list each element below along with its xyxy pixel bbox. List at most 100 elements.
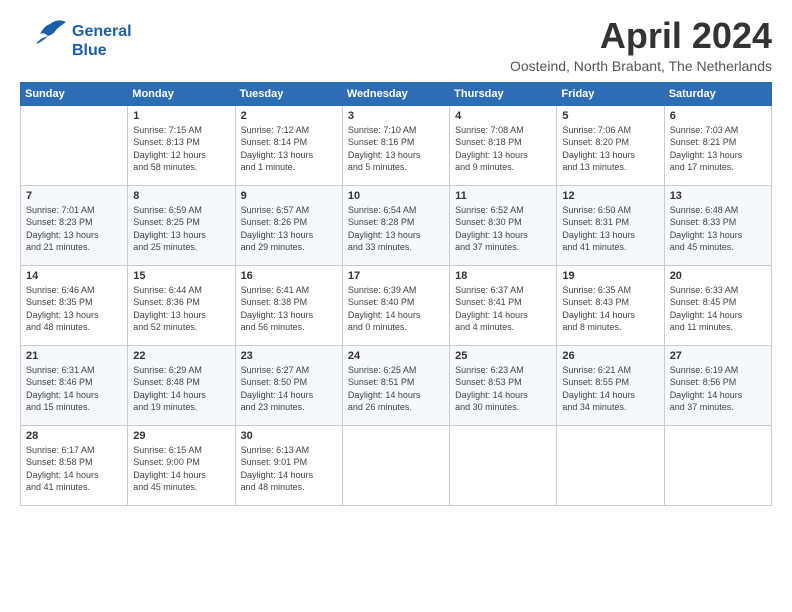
header-cell-friday: Friday — [557, 82, 664, 105]
day-info: Sunrise: 6:29 AM Sunset: 8:48 PM Dayligh… — [133, 364, 229, 414]
day-cell — [342, 425, 449, 505]
day-info: Sunrise: 7:08 AM Sunset: 8:18 PM Dayligh… — [455, 124, 551, 174]
logo-bird-icon — [20, 16, 68, 66]
day-info: Sunrise: 7:01 AM Sunset: 8:23 PM Dayligh… — [26, 204, 122, 254]
day-cell: 8 Sunrise: 6:59 AM Sunset: 8:25 PM Daylig… — [128, 185, 235, 265]
day-info: Sunrise: 6:13 AM Sunset: 9:01 PM Dayligh… — [241, 444, 337, 494]
header-cell-tuesday: Tuesday — [235, 82, 342, 105]
day-info: Sunrise: 6:52 AM Sunset: 8:30 PM Dayligh… — [455, 204, 551, 254]
day-number: 28 — [26, 430, 122, 442]
header-cell-saturday: Saturday — [664, 82, 771, 105]
day-cell: 23 Sunrise: 6:27 AM Sunset: 8:50 PM Dayli… — [235, 345, 342, 425]
day-cell: 30 Sunrise: 6:13 AM Sunset: 9:01 PM Dayli… — [235, 425, 342, 505]
week-row-2: 7 Sunrise: 7:01 AM Sunset: 8:23 PM Daylig… — [21, 185, 772, 265]
day-number: 9 — [241, 190, 337, 202]
day-info: Sunrise: 6:57 AM Sunset: 8:26 PM Dayligh… — [241, 204, 337, 254]
day-cell: 13 Sunrise: 6:48 AM Sunset: 8:33 PM Dayli… — [664, 185, 771, 265]
day-number: 27 — [670, 350, 766, 362]
day-cell: 2 Sunrise: 7:12 AM Sunset: 8:14 PM Daylig… — [235, 105, 342, 185]
title-block: April 2024 Oosteind, North Brabant, The … — [510, 16, 772, 74]
day-info: Sunrise: 6:19 AM Sunset: 8:56 PM Dayligh… — [670, 364, 766, 414]
day-cell: 11 Sunrise: 6:52 AM Sunset: 8:30 PM Dayli… — [450, 185, 557, 265]
day-info: Sunrise: 6:46 AM Sunset: 8:35 PM Dayligh… — [26, 284, 122, 334]
day-info: Sunrise: 6:15 AM Sunset: 9:00 PM Dayligh… — [133, 444, 229, 494]
month-title: April 2024 — [510, 16, 772, 56]
day-info: Sunrise: 6:39 AM Sunset: 8:40 PM Dayligh… — [348, 284, 444, 334]
calendar-page: General Blue April 2024 Oosteind, North … — [0, 0, 792, 516]
day-cell: 29 Sunrise: 6:15 AM Sunset: 9:00 PM Dayli… — [128, 425, 235, 505]
day-info: Sunrise: 6:25 AM Sunset: 8:51 PM Dayligh… — [348, 364, 444, 414]
location-subtitle: Oosteind, North Brabant, The Netherlands — [510, 58, 772, 74]
day-info: Sunrise: 6:54 AM Sunset: 8:28 PM Dayligh… — [348, 204, 444, 254]
day-number: 13 — [670, 190, 766, 202]
day-cell: 27 Sunrise: 6:19 AM Sunset: 8:56 PM Dayli… — [664, 345, 771, 425]
day-info: Sunrise: 6:48 AM Sunset: 8:33 PM Dayligh… — [670, 204, 766, 254]
day-number: 11 — [455, 190, 551, 202]
day-info: Sunrise: 6:44 AM Sunset: 8:36 PM Dayligh… — [133, 284, 229, 334]
day-info: Sunrise: 7:15 AM Sunset: 8:13 PM Dayligh… — [133, 124, 229, 174]
day-cell — [664, 425, 771, 505]
day-number: 23 — [241, 350, 337, 362]
day-number: 22 — [133, 350, 229, 362]
day-number: 1 — [133, 110, 229, 122]
header-cell-thursday: Thursday — [450, 82, 557, 105]
day-cell: 9 Sunrise: 6:57 AM Sunset: 8:26 PM Daylig… — [235, 185, 342, 265]
day-cell — [450, 425, 557, 505]
day-cell: 17Sunrise: 6:39 AM Sunset: 8:40 PM Dayli… — [342, 265, 449, 345]
day-cell: 24 Sunrise: 6:25 AM Sunset: 8:51 PM Dayli… — [342, 345, 449, 425]
day-info: Sunrise: 6:31 AM Sunset: 8:46 PM Dayligh… — [26, 364, 122, 414]
header-cell-monday: Monday — [128, 82, 235, 105]
week-row-5: 28 Sunrise: 6:17 AM Sunset: 8:58 PM Dayli… — [21, 425, 772, 505]
day-number: 10 — [348, 190, 444, 202]
day-number: 16 — [241, 270, 337, 282]
header-row: SundayMondayTuesdayWednesdayThursdayFrid… — [21, 82, 772, 105]
day-info: Sunrise: 6:59 AM Sunset: 8:25 PM Dayligh… — [133, 204, 229, 254]
day-cell: 4 Sunrise: 7:08 AM Sunset: 8:18 PM Daylig… — [450, 105, 557, 185]
day-info: Sunrise: 6:35 AM Sunset: 8:43 PM Dayligh… — [562, 284, 658, 334]
day-number: 12 — [562, 190, 658, 202]
day-number: 7 — [26, 190, 122, 202]
day-number: 3 — [348, 110, 444, 122]
day-number: 24 — [348, 350, 444, 362]
logo: General Blue — [20, 16, 132, 66]
day-info: Sunrise: 6:27 AM Sunset: 8:50 PM Dayligh… — [241, 364, 337, 414]
day-number: 4 — [455, 110, 551, 122]
day-info: Sunrise: 7:12 AM Sunset: 8:14 PM Dayligh… — [241, 124, 337, 174]
day-number: 14 — [26, 270, 122, 282]
day-info: Sunrise: 7:03 AM Sunset: 8:21 PM Dayligh… — [670, 124, 766, 174]
header-cell-wednesday: Wednesday — [342, 82, 449, 105]
day-info: Sunrise: 6:17 AM Sunset: 8:58 PM Dayligh… — [26, 444, 122, 494]
logo-text: General Blue — [72, 22, 132, 60]
day-number: 2 — [241, 110, 337, 122]
day-number: 29 — [133, 430, 229, 442]
day-cell: 1 Sunrise: 7:15 AM Sunset: 8:13 PM Daylig… — [128, 105, 235, 185]
day-info: Sunrise: 7:06 AM Sunset: 8:20 PM Dayligh… — [562, 124, 658, 174]
day-number: 26 — [562, 350, 658, 362]
day-number: 18 — [455, 270, 551, 282]
day-cell: 20Sunrise: 6:33 AM Sunset: 8:45 PM Dayli… — [664, 265, 771, 345]
day-number: 25 — [455, 350, 551, 362]
day-info: Sunrise: 6:50 AM Sunset: 8:31 PM Dayligh… — [562, 204, 658, 254]
week-row-4: 21Sunrise: 6:31 AM Sunset: 8:46 PM Dayli… — [21, 345, 772, 425]
calendar-table: SundayMondayTuesdayWednesdayThursdayFrid… — [20, 82, 772, 506]
day-number: 19 — [562, 270, 658, 282]
day-cell: 10 Sunrise: 6:54 AM Sunset: 8:28 PM Dayli… — [342, 185, 449, 265]
day-number: 20 — [670, 270, 766, 282]
day-cell: 16 Sunrise: 6:41 AM Sunset: 8:38 PM Dayli… — [235, 265, 342, 345]
day-info: Sunrise: 6:37 AM Sunset: 8:41 PM Dayligh… — [455, 284, 551, 334]
week-row-1: 1 Sunrise: 7:15 AM Sunset: 8:13 PM Daylig… — [21, 105, 772, 185]
day-number: 30 — [241, 430, 337, 442]
day-cell: 21Sunrise: 6:31 AM Sunset: 8:46 PM Dayli… — [21, 345, 128, 425]
day-number: 8 — [133, 190, 229, 202]
day-cell: 5Sunrise: 7:06 AM Sunset: 8:20 PM Daylig… — [557, 105, 664, 185]
day-info: Sunrise: 7:10 AM Sunset: 8:16 PM Dayligh… — [348, 124, 444, 174]
day-info: Sunrise: 6:41 AM Sunset: 8:38 PM Dayligh… — [241, 284, 337, 334]
day-cell: 15Sunrise: 6:44 AM Sunset: 8:36 PM Dayli… — [128, 265, 235, 345]
header-cell-sunday: Sunday — [21, 82, 128, 105]
day-cell — [557, 425, 664, 505]
day-info: Sunrise: 6:21 AM Sunset: 8:55 PM Dayligh… — [562, 364, 658, 414]
day-cell — [21, 105, 128, 185]
day-cell: 19 Sunrise: 6:35 AM Sunset: 8:43 PM Dayli… — [557, 265, 664, 345]
day-cell: 7 Sunrise: 7:01 AM Sunset: 8:23 PM Daylig… — [21, 185, 128, 265]
day-cell: 26 Sunrise: 6:21 AM Sunset: 8:55 PM Dayli… — [557, 345, 664, 425]
